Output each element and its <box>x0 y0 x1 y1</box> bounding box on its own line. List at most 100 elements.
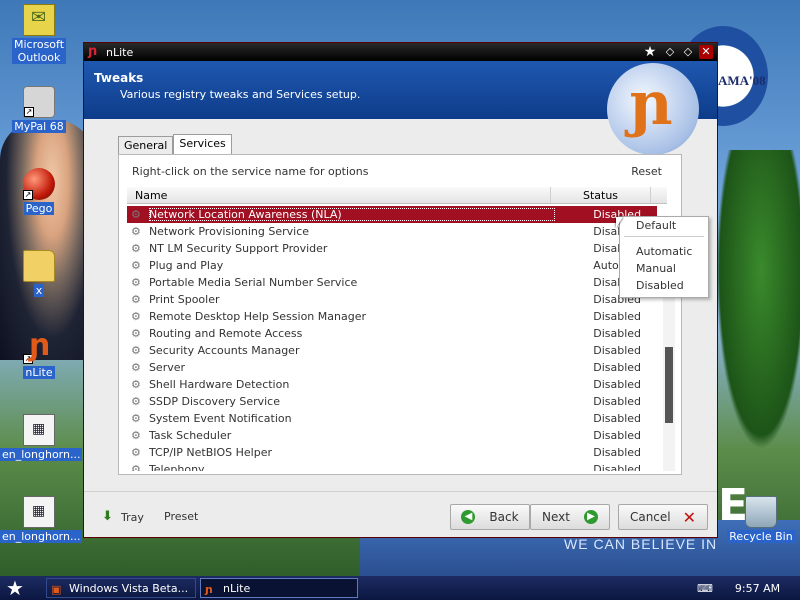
service-name[interactable]: Remote Desktop Help Session Manager <box>149 310 577 323</box>
menu-item-manual[interactable]: Manual <box>620 260 708 277</box>
keyboard-icon[interactable]: ⌨ <box>697 582 713 595</box>
next-button[interactable]: Next ▶ <box>530 504 610 530</box>
service-gear-icon: ⚙ <box>131 207 141 221</box>
service-row[interactable]: ⚙ NT LM Security Support Provider Disabled <box>127 240 657 257</box>
service-row[interactable]: ⚙ Task Scheduler Disabled <box>127 427 657 444</box>
wallpaper-person <box>0 120 95 360</box>
clock[interactable]: 9:57 AM <box>735 582 780 595</box>
taskbar: ★ ▣ Windows Vista Beta... ɲ nLite ⌨ 9:57… <box>0 576 800 600</box>
desktop-icon-outlook[interactable]: MicrosoftOutlook <box>0 4 78 64</box>
service-row[interactable]: ⚙ Telephony Disabled <box>127 461 657 471</box>
service-gear-icon: ⚙ <box>131 377 141 391</box>
service-name[interactable]: Task Scheduler <box>149 429 577 442</box>
tab-services[interactable]: Services <box>173 134 232 156</box>
service-name[interactable]: Security Accounts Manager <box>149 344 577 357</box>
cancel-button[interactable]: Cancel ✕ <box>618 504 708 530</box>
list-header: Name Status <box>127 187 667 204</box>
services-hint: Right-click on the service name for opti… <box>132 165 369 178</box>
service-name[interactable]: Telephony <box>149 463 577 471</box>
desktop-icon-nlite[interactable]: ↗ nLite <box>0 328 78 379</box>
folder-x-label: x <box>33 284 45 297</box>
tab-general[interactable]: General <box>118 136 174 155</box>
preset-button[interactable]: Preset <box>164 510 198 523</box>
service-name[interactable]: Print Spooler <box>149 293 577 306</box>
service-row[interactable]: ⚙ Routing and Remote Access Disabled <box>127 325 657 342</box>
service-row[interactable]: ⚙ Security Accounts Manager Disabled <box>127 342 657 359</box>
desktop-icon-folder-x[interactable]: x <box>0 250 78 297</box>
menu-item-automatic[interactable]: Automatic <box>620 243 708 260</box>
start-button[interactable]: ★ <box>6 577 24 599</box>
column-header-status[interactable]: Status <box>551 187 651 203</box>
desktop-icon-longhorn-2[interactable]: en_longhorn... <box>0 496 83 543</box>
service-name[interactable]: Network Provisioning Service <box>149 225 577 238</box>
service-row[interactable]: ⚙ Shell Hardware Detection Disabled <box>127 376 657 393</box>
folder-icon <box>23 250 55 282</box>
tray-button[interactable]: ⬇ Tray <box>102 510 144 524</box>
service-name[interactable]: Plug and Play <box>149 259 577 272</box>
mypal-icon: ↗ <box>23 86 55 118</box>
wallpaper-slogan: WE CAN BELIEVE IN <box>564 536 718 552</box>
maximize-button[interactable]: ◇ <box>681 45 695 59</box>
service-status: Disabled <box>593 412 642 425</box>
service-name[interactable]: Portable Media Serial Number Service <box>149 276 577 289</box>
service-name[interactable]: System Event Notification <box>149 412 577 425</box>
service-name[interactable]: NT LM Security Support Provider <box>149 242 577 255</box>
nlite-logo-icon: ɲ <box>607 63 699 155</box>
service-status: Disabled <box>593 395 642 408</box>
service-name[interactable]: Server <box>149 361 577 374</box>
service-name[interactable]: Network Location Awareness (NLA) <box>148 208 556 221</box>
star-icon[interactable]: ★ <box>641 45 659 59</box>
pego-label: Pego <box>23 202 55 215</box>
service-row[interactable]: ⚙ Server Disabled <box>127 359 657 376</box>
service-gear-icon: ⚙ <box>131 411 141 425</box>
service-gear-icon: ⚙ <box>131 292 141 306</box>
service-row[interactable]: ⚙ Portable Media Serial Number Service Dis… <box>127 274 657 291</box>
title-bar[interactable]: ɲ nLite ★ ◇ ◇ ✕ <box>84 43 717 61</box>
service-row[interactable]: ⚙Plug and PlayAutomatic <box>127 257 657 274</box>
nlite-window: ɲ nLite ★ ◇ ◇ ✕ Tweaks Various registry … <box>83 42 718 538</box>
service-status: Disabled <box>593 463 642 471</box>
service-gear-icon: ⚙ <box>131 394 141 408</box>
window-icon: ▣ <box>51 583 62 596</box>
shortcut-arrow-icon: ↗ <box>23 354 33 364</box>
service-status: Disabled <box>593 344 642 357</box>
desktop-icon-mypal[interactable]: ↗ MyPal 68 <box>0 86 78 133</box>
taskbar-item-nlite[interactable]: ɲ nLite <box>200 578 358 598</box>
desktop-icon-pego[interactable]: ↗ Pego <box>0 168 78 215</box>
service-row[interactable]: ⚙ Print Spooler Disabled <box>127 291 657 308</box>
service-gear-icon: ⚙ <box>131 309 141 323</box>
service-gear-icon: ⚙ <box>131 462 141 471</box>
desktop-icon-longhorn-1[interactable]: en_longhorn... <box>0 414 83 461</box>
longhorn-2-label: en_longhorn... <box>0 530 83 543</box>
service-name[interactable]: Routing and Remote Access <box>149 327 577 340</box>
cancel-x-icon: ✕ <box>682 507 697 527</box>
service-row[interactable]: ⚙ System Event Notification Disabled <box>127 410 657 427</box>
service-gear-icon: ⚙ <box>131 326 141 340</box>
menu-item-disabled[interactable]: Disabled <box>620 277 708 294</box>
service-row[interactable]: ⚙ TCP/IP NetBIOS Helper Disabled <box>127 444 657 461</box>
reset-link[interactable]: Reset <box>631 165 662 178</box>
scrollbar-thumb[interactable] <box>665 347 673 423</box>
minimize-button[interactable]: ◇ <box>663 45 677 59</box>
mypal-label: MyPal 68 <box>12 120 66 133</box>
taskbar-item-vista[interactable]: ▣ Windows Vista Beta... <box>46 578 196 598</box>
service-name[interactable]: SSDP Discovery Service <box>149 395 577 408</box>
services-list: ⚙ Network Location Awareness (NLA) Disable… <box>127 206 657 471</box>
service-row[interactable]: ⚙ Network Provisioning Service Disabled <box>127 223 657 240</box>
tray-download-icon: ⬇ <box>102 509 113 524</box>
desktop-icon-recycle-bin[interactable]: Recycle Bin <box>722 496 800 543</box>
service-status: Disabled <box>593 310 642 323</box>
column-header-name[interactable]: Name <box>127 187 551 203</box>
back-label: Back <box>489 510 519 524</box>
service-row[interactable]: ⚙ Remote Desktop Help Session Manager Disa… <box>127 308 657 325</box>
service-name[interactable]: Shell Hardware Detection <box>149 378 577 391</box>
service-row[interactable]: ⚙ SSDP Discovery Service Disabled <box>127 393 657 410</box>
taskbar-item-nlite-label: nLite <box>223 582 251 595</box>
close-button[interactable]: ✕ <box>699 45 713 59</box>
menu-item-default[interactable]: Default <box>620 217 708 234</box>
service-row[interactable]: ⚙ Network Location Awareness (NLA) Disable… <box>127 206 657 223</box>
back-button[interactable]: ◀ Back <box>450 504 530 530</box>
service-name[interactable]: TCP/IP NetBIOS Helper <box>149 446 577 459</box>
service-status: Disabled <box>593 361 642 374</box>
file-icon <box>23 414 55 446</box>
